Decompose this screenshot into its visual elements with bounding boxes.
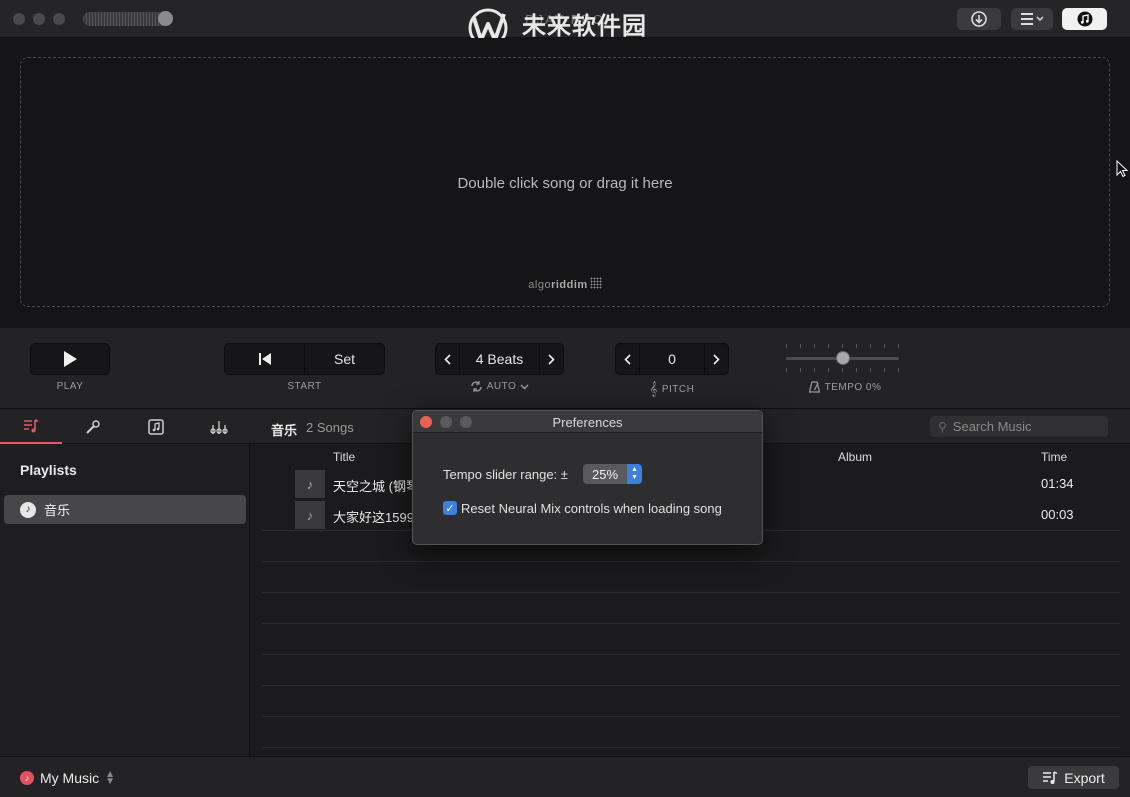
play-button[interactable] <box>30 343 110 375</box>
pitch-value: 0 <box>640 344 705 374</box>
tempo-label-row: TEMPO 0% <box>790 381 900 393</box>
row-divider <box>262 685 1120 686</box>
bottom-bar: ♪ My Music ▲ ▼ Export <box>0 756 1130 797</box>
row-divider <box>262 592 1120 593</box>
apple-music-icon: ♪ <box>20 771 34 785</box>
chevron-right-icon <box>548 353 555 365</box>
transport-controls: PLAY Set START 4 Beats AUTO 0 𝄞 PITCH TE… <box>0 328 1130 409</box>
tab-artists[interactable] <box>62 409 124 444</box>
play-icon <box>64 351 77 367</box>
column-title[interactable]: Title <box>333 450 355 464</box>
up-down-chevron-icon: ▲ ▼ <box>105 769 116 787</box>
song-time: 00:03 <box>1041 507 1074 522</box>
view-menu-button[interactable] <box>1011 8 1053 30</box>
loop-beats-control: 4 Beats <box>435 343 564 375</box>
music-note-icon <box>1077 11 1092 27</box>
reset-neural-mix-label: Reset Neural Mix controls when loading s… <box>461 501 722 516</box>
start-label: START <box>287 381 322 392</box>
drop-hint: Double click song or drag it here <box>457 175 673 192</box>
skip-to-start-button[interactable] <box>225 344 305 374</box>
tempo-range-value: 25% <box>591 466 619 482</box>
pitch-increase-button[interactable] <box>705 344 728 374</box>
samples-icon <box>210 420 228 434</box>
pitch-label-row: 𝄞 PITCH <box>615 381 729 397</box>
song-count: 2 Songs <box>306 420 354 435</box>
list-menu-icon <box>1021 13 1044 25</box>
tempo-range-select[interactable]: 25% ▲ ▼ <box>583 464 642 484</box>
treble-clef-icon: 𝄞 <box>649 381 658 396</box>
preferences-dialog: Preferences Tempo slider range: ± 25% ▲ ▼… <box>412 410 763 545</box>
music-note-icon: ♪ <box>20 501 36 518</box>
sidebar-item-music[interactable]: ♪ 音乐 <box>4 495 246 524</box>
tempo-label: TEMPO 0% <box>824 381 882 393</box>
deck-area: Double click song or drag it here algori… <box>0 38 1130 328</box>
song-drop-zone[interactable]: Double click song or drag it here algori… <box>20 57 1110 307</box>
up-down-chevron-icon: ▲ ▼ <box>627 464 642 484</box>
set-cue-button[interactable]: Set <box>305 344 384 374</box>
algoriddim-logo: algoriddim <box>21 277 1109 291</box>
start-control: Set <box>224 343 385 375</box>
download-icon <box>971 11 987 27</box>
row-divider <box>262 623 1120 624</box>
loop-icon <box>470 381 482 392</box>
tab-playlists[interactable] <box>0 409 62 444</box>
chevron-down-icon <box>520 384 529 389</box>
music-source-selector[interactable]: ♪ My Music ▲ ▼ <box>20 769 116 787</box>
row-divider <box>262 654 1120 655</box>
pitch-decrease-button[interactable] <box>616 344 640 374</box>
playlist-icon <box>24 418 39 432</box>
tempo-slider-knob[interactable] <box>835 351 850 365</box>
library-tabs <box>0 409 250 444</box>
pitch-control: 0 <box>615 343 729 375</box>
search-icon: ⚲ <box>938 419 947 434</box>
music-source-label: My Music <box>40 770 100 786</box>
row-divider <box>262 716 1120 717</box>
play-label: PLAY <box>56 381 84 392</box>
beats-decrease-button[interactable] <box>436 344 460 374</box>
tempo-range-label: Tempo slider range: ± <box>443 467 568 482</box>
auto-label: AUTO <box>486 381 517 392</box>
search-placeholder: Search Music <box>952 419 1032 434</box>
chevron-left-icon <box>624 353 631 365</box>
row-divider <box>262 561 1120 562</box>
song-title: 大家好这1599 <box>333 510 414 525</box>
metronome-icon <box>808 381 820 393</box>
dialog-title-bar: Preferences <box>413 411 762 433</box>
tab-songs[interactable] <box>125 409 187 444</box>
music-library-button[interactable] <box>1062 8 1107 30</box>
row-divider <box>262 747 1120 748</box>
dialog-title: Preferences <box>552 415 623 430</box>
playlist-sidebar: Playlists ♪ 音乐 <box>0 444 250 756</box>
music-note-square-icon <box>148 418 164 435</box>
song-time: 01:34 <box>1041 476 1074 491</box>
sidebar-item-label: 音乐 <box>44 503 71 518</box>
song-artwork-icon: ♪ <box>295 470 325 498</box>
chevron-right-icon <box>713 353 720 365</box>
current-playlist-name: 音乐 <box>271 423 298 438</box>
export-button[interactable]: Export <box>1028 766 1119 789</box>
song-artwork-icon: ♪ <box>295 501 325 529</box>
tab-instruments[interactable] <box>188 409 250 444</box>
export-label: Export <box>1064 769 1105 786</box>
export-playlist-icon <box>1043 770 1058 784</box>
chevron-left-icon <box>444 353 451 365</box>
column-album[interactable]: Album <box>838 450 872 464</box>
reset-neural-mix-checkbox[interactable]: ✓ <box>443 501 457 515</box>
search-input[interactable]: ⚲ Search Music <box>930 416 1108 437</box>
auto-loop-dropdown[interactable]: AUTO <box>435 381 564 392</box>
sidebar-title: Playlists <box>20 462 77 478</box>
beats-value: 4 Beats <box>460 344 540 374</box>
pitch-label: PITCH <box>661 383 695 395</box>
brand-grid-icon <box>589 277 602 289</box>
song-title: 天空之城 (钢琴 <box>333 479 419 494</box>
beats-increase-button[interactable] <box>540 344 563 374</box>
skip-back-icon <box>258 353 271 365</box>
column-time[interactable]: Time <box>1041 450 1067 464</box>
download-button[interactable] <box>957 8 1001 30</box>
microphone-icon <box>86 419 100 434</box>
mouse-cursor-icon <box>1116 160 1128 178</box>
